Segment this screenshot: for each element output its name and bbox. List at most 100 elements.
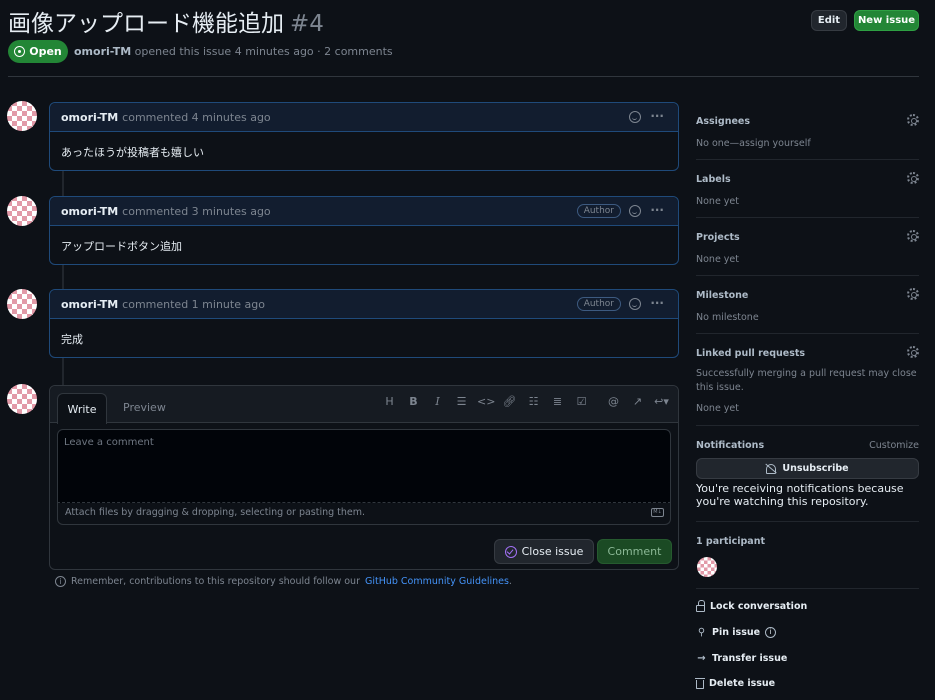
sidebar-value[interactable]: No one—assign yourself xyxy=(696,137,919,151)
guidelines-text: Remember, contributions to this reposito… xyxy=(71,576,360,587)
comment-textarea[interactable]: Leave a comment xyxy=(57,429,671,503)
action-label: Lock conversation xyxy=(710,601,808,612)
quote-icon[interactable]: ☰ xyxy=(453,395,470,408)
gear-icon[interactable] xyxy=(907,346,919,358)
smiley-icon[interactable] xyxy=(629,205,641,217)
info-icon: i xyxy=(55,576,66,587)
sidebar-divider xyxy=(696,425,919,426)
issue-number: #4 xyxy=(290,11,324,37)
sidebar-participants: 1 participant xyxy=(696,536,919,547)
close-issue-label: Close issue xyxy=(521,545,584,558)
gear-icon[interactable] xyxy=(907,172,919,184)
issue-title: 画像アップロード機能追加 #4 xyxy=(8,4,324,38)
comment-button[interactable]: Comment xyxy=(597,539,672,564)
action-label: Pin issue xyxy=(712,627,761,638)
markdown-toolbar: H B I ☰ <> 🔗︎ ☷ ≣ ☑ @ ↗ ↩▾ xyxy=(381,395,670,408)
sidebar-milestone: Milestone No milestone xyxy=(696,288,919,325)
bold-icon[interactable]: B xyxy=(405,395,422,408)
author-badge: Author xyxy=(576,204,621,218)
attach-files-text: Attach files by dragging & dropping, sel… xyxy=(65,507,366,518)
cross-reference-icon[interactable]: ↗ xyxy=(629,395,646,408)
comment-header: omori-TM commented 4 minutes ago ··· xyxy=(50,103,678,132)
close-issue-button[interactable]: Close issue xyxy=(494,539,594,564)
comment-author[interactable]: omori-TM xyxy=(61,298,118,311)
new-issue-button[interactable]: New issue xyxy=(854,10,919,31)
comment-body: あったほうが投稿者も嬉しい xyxy=(61,146,204,159)
unsubscribe-button[interactable]: Unsubscribe xyxy=(696,458,919,479)
avatar[interactable] xyxy=(7,101,37,131)
comment-time[interactable]: commented 4 minutes ago xyxy=(122,111,270,124)
status-badge-label: Open xyxy=(29,45,62,58)
sidebar-divider xyxy=(696,217,919,218)
sidebar-label[interactable]: Assignees xyxy=(696,116,919,127)
avatar[interactable] xyxy=(7,289,37,319)
sidebar-value: No milestone xyxy=(696,312,759,323)
sidebar-value: None yet xyxy=(696,196,739,207)
saved-replies-icon[interactable]: ↩▾ xyxy=(653,395,670,408)
sidebar-value: None yet xyxy=(696,254,739,265)
sidebar-divider xyxy=(696,588,919,589)
gear-icon[interactable] xyxy=(907,230,919,242)
lock-conversation-action[interactable]: Lock conversation xyxy=(696,599,808,612)
kebab-menu-icon[interactable]: ··· xyxy=(650,296,664,310)
comment-body: 完成 xyxy=(61,333,83,346)
comment-time[interactable]: commented 3 minutes ago xyxy=(122,205,270,218)
delete-issue-action[interactable]: Delete issue xyxy=(695,678,775,689)
sidebar-assignees: Assignees No one—assign yourself xyxy=(696,114,919,151)
avatar[interactable] xyxy=(7,384,37,414)
comment-author[interactable]: omori-TM xyxy=(61,205,118,218)
info-icon: i xyxy=(765,627,777,638)
gear-icon[interactable] xyxy=(907,114,919,126)
kebab-menu-icon[interactable]: ··· xyxy=(650,109,664,123)
participant-avatar[interactable] xyxy=(697,557,717,577)
smiley-icon[interactable] xyxy=(629,298,641,310)
comment-time[interactable]: commented 1 minute ago xyxy=(122,298,265,311)
unsubscribe-label: Unsubscribe xyxy=(782,463,849,474)
tab-preview[interactable]: Preview xyxy=(123,401,166,414)
kebab-menu-icon[interactable]: ··· xyxy=(650,203,664,217)
comment-author[interactable]: omori-TM xyxy=(61,111,118,124)
sidebar-label[interactable]: Milestone xyxy=(696,290,919,301)
italic-icon[interactable]: I xyxy=(429,395,446,408)
lock-icon xyxy=(696,599,705,612)
sidebar-labels: Labels None yet xyxy=(696,172,919,209)
avatar[interactable] xyxy=(7,196,37,226)
sidebar-divider xyxy=(696,159,919,160)
guidelines-link[interactable]: GitHub Community Guidelines xyxy=(365,576,509,587)
smiley-icon[interactable] xyxy=(629,111,641,123)
issue-meta: omori-TM opened this issue 4 minutes ago… xyxy=(74,45,393,58)
edit-button[interactable]: Edit xyxy=(811,10,847,31)
sidebar-notifications: Notifications Customize xyxy=(696,440,919,451)
comment-card: omori-TM commented 1 minute ago Author ·… xyxy=(49,289,679,358)
markdown-icon[interactable]: M↓ xyxy=(651,508,664,517)
transfer-issue-action[interactable]: → Transfer issue xyxy=(696,653,787,664)
sidebar-projects: Projects None yet xyxy=(696,230,919,267)
sidebar-label[interactable]: Linked pull requests xyxy=(696,348,919,359)
header-divider xyxy=(8,76,919,77)
pin-issue-action[interactable]: ⚲ Pin issue i xyxy=(696,627,777,638)
bulleted-list-icon[interactable]: ☷ xyxy=(525,395,542,408)
comment-card: omori-TM commented 3 minutes ago Author … xyxy=(49,196,679,265)
heading-icon[interactable]: H xyxy=(381,395,398,408)
sidebar-label[interactable]: Labels xyxy=(696,174,919,185)
sidebar-label[interactable]: Projects xyxy=(696,232,919,243)
sidebar-divider xyxy=(696,333,919,334)
issue-opened-icon xyxy=(14,46,26,57)
tab-write[interactable]: Write xyxy=(57,393,107,424)
code-icon[interactable]: <> xyxy=(477,395,495,408)
numbered-list-icon[interactable]: ≣ xyxy=(549,395,566,408)
attach-files-bar[interactable]: Attach files by dragging & dropping, sel… xyxy=(57,503,671,525)
customize-link[interactable]: Customize xyxy=(869,440,919,451)
link-icon[interactable]: 🔗︎ xyxy=(501,395,518,408)
comment-card: omori-TM commented 4 minutes ago ··· あった… xyxy=(49,102,679,171)
sidebar-divider xyxy=(696,275,919,276)
mention-icon[interactable]: @ xyxy=(605,395,622,408)
composer-tabbar: Write Preview H B I ☰ <> 🔗︎ ☷ ≣ ☑ @ ↗ ↩▾ xyxy=(50,386,678,424)
issue-title-text: 画像アップロード機能追加 xyxy=(8,11,284,37)
task-list-icon[interactable]: ☑ xyxy=(573,395,590,408)
arrow-right-icon: → xyxy=(697,653,706,664)
guidelines-suffix: . xyxy=(508,576,512,587)
comment-header: omori-TM commented 1 minute ago Author ·… xyxy=(50,290,678,319)
gear-icon[interactable] xyxy=(907,288,919,300)
issue-author-link[interactable]: omori-TM xyxy=(74,45,131,58)
